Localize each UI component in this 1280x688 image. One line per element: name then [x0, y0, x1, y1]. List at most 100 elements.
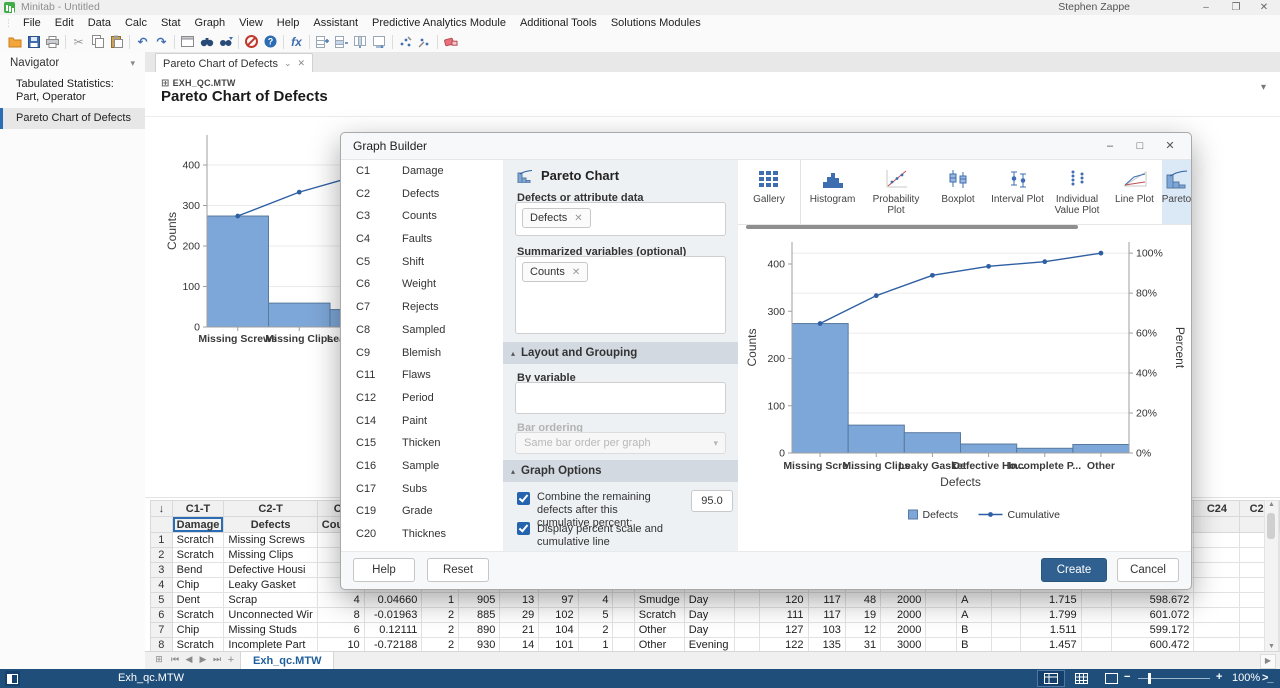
worksheet-cell[interactable] [1194, 578, 1240, 593]
dialog-column-item[interactable]: C11Flaws [341, 364, 503, 387]
worksheet-cell[interactable]: 102 [539, 608, 578, 623]
worksheet-cell[interactable]: 885 [459, 608, 500, 623]
row-number[interactable]: 4 [151, 578, 173, 593]
worksheet-cell[interactable]: Scratch [634, 608, 684, 623]
chip-defects[interactable]: Defects✕ [522, 208, 591, 228]
worksheet-cell[interactable] [926, 623, 957, 638]
dialog-column-item[interactable]: C1Damage [341, 160, 503, 183]
worksheet-cell[interactable]: 1 [422, 593, 459, 608]
minimize-icon[interactable]: – [1192, 0, 1220, 15]
column-name[interactable]: Defects [224, 517, 317, 533]
dialog-column-item[interactable]: C19Grade [341, 500, 503, 523]
dialog-column-item[interactable]: C3Counts [341, 205, 503, 228]
move-columns-icon[interactable] [370, 33, 389, 51]
navigator-header[interactable]: Navigator ▾ [0, 52, 145, 74]
worksheet-cell[interactable] [1081, 593, 1112, 608]
gallery-item-individual-value-plot[interactable]: Individual Value Plot [1047, 160, 1107, 224]
worksheet-cell[interactable]: 4 [317, 593, 364, 608]
column-header[interactable]: C1-T [172, 501, 224, 517]
worksheet-cell[interactable]: 2 [422, 623, 459, 638]
column-header[interactable]: C24 [1194, 501, 1240, 517]
cumulative-percent-input[interactable]: 95.0 [691, 490, 733, 512]
worksheet-cell[interactable]: 0.04660 [364, 593, 422, 608]
dialog-column-item[interactable]: C15Thicken [341, 432, 503, 455]
scrollbar-thumb[interactable] [1267, 513, 1275, 539]
dialog-close-icon[interactable]: ✕ [1159, 137, 1181, 155]
worksheet-cell[interactable]: Scrap [224, 593, 317, 608]
worksheet-cell[interactable]: 120 [759, 593, 808, 608]
combine-defects-checkbox[interactable] [517, 492, 530, 505]
gallery-button[interactable]: Gallery [738, 160, 801, 224]
worksheet-cell[interactable] [992, 608, 1021, 623]
worksheet-cell[interactable]: 2000 [881, 593, 926, 608]
worksheet-cell[interactable]: 13 [500, 593, 539, 608]
blank-view-icon[interactable] [1098, 671, 1124, 686]
dialog-column-item[interactable]: C14Paint [341, 410, 503, 433]
dialog-column-item[interactable]: C5Shift [341, 251, 503, 274]
output-options-icon[interactable]: ▾ [1261, 82, 1266, 93]
worksheet-cell[interactable]: Leaky Gasket [224, 578, 317, 593]
worksheet-cell[interactable]: 905 [459, 593, 500, 608]
dialog-title-bar[interactable]: Graph Builder – □ ✕ [341, 133, 1191, 159]
help-button[interactable]: Help [353, 558, 415, 582]
worksheet-cell[interactable]: B [957, 623, 992, 638]
horizontal-scroll-right-icon[interactable]: ▶ [1260, 654, 1276, 669]
menu-calc[interactable]: Calc [118, 15, 154, 31]
worksheet-cell[interactable]: 1.799 [1020, 608, 1081, 623]
command-line-icon[interactable]: >_ [1262, 672, 1273, 684]
worksheet-cell[interactable] [613, 608, 634, 623]
worksheet-cell[interactable]: Missing Studs [224, 623, 317, 638]
gallery-item-line-plot[interactable]: Line Plot [1107, 160, 1162, 224]
worksheet-cell[interactable] [151, 517, 173, 533]
add-worksheet-icon[interactable]: + [225, 654, 237, 666]
worksheet-cell[interactable]: 4 [578, 593, 613, 608]
find-icon[interactable] [197, 33, 216, 51]
find-next-icon[interactable] [216, 33, 235, 51]
dialog-column-item[interactable]: C2Defects [341, 183, 503, 206]
eraser-icon[interactable] [441, 33, 460, 51]
dialog-column-item[interactable]: C4Faults [341, 228, 503, 251]
tab-chevron-icon[interactable]: ⌄ [284, 58, 292, 69]
worksheet-cell[interactable]: Missing Screws [224, 533, 317, 548]
defects-field[interactable]: Defects✕ [515, 202, 726, 236]
worksheet-cell[interactable] [734, 593, 759, 608]
worksheet-cell[interactable]: 6 [317, 623, 364, 638]
worksheet-cell[interactable]: 2000 [881, 623, 926, 638]
close-icon[interactable]: ✕ [1250, 0, 1278, 15]
worksheet-cell[interactable]: 2 [578, 623, 613, 638]
chip-remove-icon[interactable]: ✕ [572, 267, 580, 278]
first-worksheet-icon[interactable]: ⏮ [169, 654, 181, 665]
dialog-column-item[interactable]: C6Weight [341, 273, 503, 296]
worksheet-cell[interactable]: -0.01963 [364, 608, 422, 623]
worksheet-cell[interactable]: Smudge [634, 593, 684, 608]
worksheet-cell[interactable]: 19 [845, 608, 880, 623]
tab-pareto-chart-of-defects[interactable]: Pareto Chart of Defects ⌄ ✕ [155, 53, 313, 73]
worksheet-cell[interactable] [613, 623, 634, 638]
menu-assistant[interactable]: Assistant [306, 15, 365, 31]
zoom-out-icon[interactable]: − [1124, 671, 1130, 683]
create-button[interactable]: Create [1041, 558, 1107, 582]
gallery-item-interval-plot[interactable]: Interval Plot [988, 160, 1047, 224]
worksheet-cell[interactable]: 1.715 [1020, 593, 1081, 608]
row-number[interactable]: 1 [151, 533, 173, 548]
menu-view[interactable]: View [232, 15, 270, 31]
menu-graph[interactable]: Graph [188, 15, 233, 31]
worksheet-cell[interactable]: 48 [845, 593, 880, 608]
worksheet-cell[interactable]: 97 [539, 593, 578, 608]
worksheet-cell[interactable]: 8 [317, 608, 364, 623]
worksheet-cell[interactable]: Scratch [172, 533, 224, 548]
dialog-column-item[interactable]: C8Sampled [341, 319, 503, 342]
summarized-variables-field[interactable]: Counts✕ [515, 256, 726, 334]
display-percent-checkbox[interactable] [517, 522, 530, 535]
section-graph-options[interactable]: ▴Graph Options [503, 460, 738, 482]
save-icon[interactable] [24, 33, 43, 51]
chip-remove-icon[interactable]: ✕ [574, 213, 582, 224]
worksheet-cell[interactable]: A [957, 593, 992, 608]
worksheet-list-icon[interactable]: ⊞ [153, 654, 165, 665]
worksheet-cell[interactable]: 117 [808, 593, 845, 608]
column-name[interactable]: Damage [172, 517, 224, 533]
worksheet-cell[interactable]: Other [634, 623, 684, 638]
worksheet-cell[interactable]: 598.672 [1112, 593, 1194, 608]
worksheet-cell[interactable]: 0.12111 [364, 623, 422, 638]
cut-icon[interactable]: ✂ [69, 33, 88, 51]
